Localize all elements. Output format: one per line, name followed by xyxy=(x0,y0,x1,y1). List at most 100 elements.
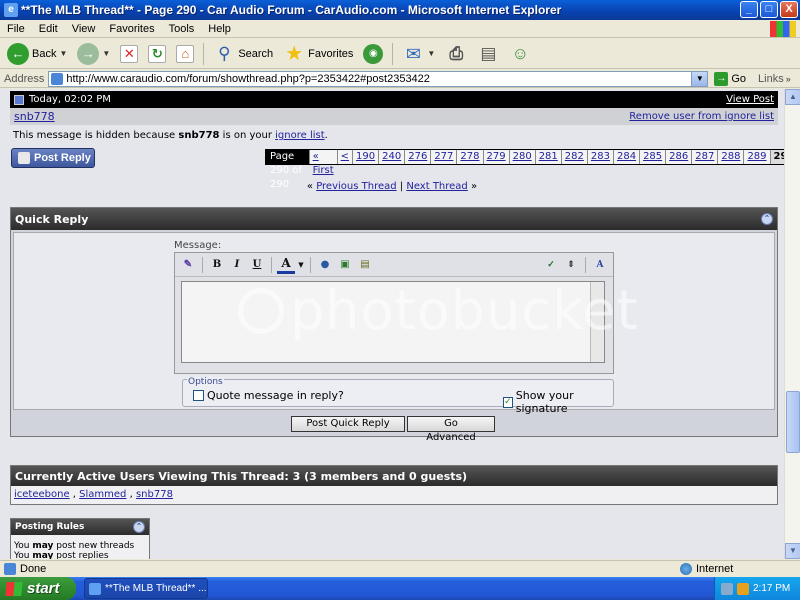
quick-reply-body: Message: ✎ B I U A ▼ ● ▣ ▤ ✓ ⇕ A Options… xyxy=(13,232,775,415)
menu-view[interactable]: View xyxy=(65,23,103,35)
insert-link-icon[interactable]: ● xyxy=(316,256,334,274)
forward-button[interactable]: → ▼ xyxy=(74,41,113,67)
vertical-scrollbar[interactable]: ▲ ▼ xyxy=(784,89,800,559)
page-link[interactable]: 286 xyxy=(665,150,692,164)
quote-icon[interactable]: ▤ xyxy=(356,256,374,274)
page-link[interactable]: 289 xyxy=(743,150,770,164)
edit-button[interactable]: ▤ xyxy=(474,41,502,67)
signature-option[interactable]: ✓ Show your signature xyxy=(503,389,613,415)
quote-checkbox[interactable] xyxy=(193,390,204,401)
pagination: Page 290 of 290 « First < 190 240 276 27… xyxy=(265,149,784,190)
page-link[interactable]: 285 xyxy=(639,150,666,164)
italic-button[interactable]: I xyxy=(228,256,246,274)
page-link[interactable]: 277 xyxy=(430,150,457,164)
post-icon xyxy=(14,94,24,105)
clock[interactable]: 2:17 PM xyxy=(753,583,790,594)
page-done-icon xyxy=(4,563,16,575)
quote-option[interactable]: Quote message in reply? xyxy=(193,389,344,402)
star-icon: ★ xyxy=(285,42,304,65)
spell-check-icon[interactable]: ✓ xyxy=(542,256,560,274)
links-label[interactable]: Links xyxy=(752,73,784,85)
page-link[interactable]: 279 xyxy=(482,150,509,164)
scroll-up-arrow-icon[interactable]: ▲ xyxy=(785,89,800,105)
favorites-button[interactable]: ★ Favorites xyxy=(280,41,356,67)
collapse-icon[interactable]: ⌃ xyxy=(133,521,145,533)
message-textarea[interactable] xyxy=(181,281,605,363)
go-button[interactable]: → Go xyxy=(708,71,752,86)
media-button[interactable]: ◉ xyxy=(360,41,386,67)
security-shield-icon[interactable] xyxy=(737,582,749,595)
view-post-link[interactable]: View Post xyxy=(726,94,774,105)
font-color-button[interactable]: A xyxy=(277,256,295,274)
close-button[interactable]: X xyxy=(780,1,798,18)
page-link[interactable]: 190 xyxy=(352,150,379,164)
textarea-scrollbar[interactable] xyxy=(590,282,604,362)
address-dropdown-icon[interactable]: ▼ xyxy=(691,71,708,86)
menu-help[interactable]: Help xyxy=(201,23,238,35)
signature-checkbox[interactable]: ✓ xyxy=(503,396,513,408)
page-link[interactable]: 287 xyxy=(691,150,718,164)
home-button[interactable]: ⌂ xyxy=(173,41,197,67)
page-first-link[interactable]: « First xyxy=(308,150,337,176)
refresh-button[interactable]: ↻ xyxy=(145,41,169,67)
active-user-link[interactable]: iceteebone xyxy=(14,489,70,500)
back-dropdown-icon[interactable]: ▼ xyxy=(59,49,67,58)
post-username-link[interactable]: snb778 xyxy=(14,110,55,123)
taskbar-ie-window[interactable]: **The MLB Thread** ... xyxy=(84,578,208,599)
resize-icon[interactable]: ⇕ xyxy=(562,256,580,274)
links-chevron-icon[interactable]: » xyxy=(784,74,791,84)
page-link[interactable]: 288 xyxy=(717,150,744,164)
address-label: Address xyxy=(4,72,45,85)
page-link[interactable]: 281 xyxy=(534,150,561,164)
switch-editor-icon[interactable]: A xyxy=(591,256,609,274)
taskbar: start **The MLB Thread** ... 2:17 PM xyxy=(0,577,800,600)
page-link[interactable]: 278 xyxy=(456,150,483,164)
toolbar-separator xyxy=(392,42,394,65)
active-user-link[interactable]: snb778 xyxy=(136,489,173,500)
font-color-dropdown-icon[interactable]: ▼ xyxy=(297,256,305,274)
start-button[interactable]: start xyxy=(0,577,76,600)
scroll-down-arrow-icon[interactable]: ▼ xyxy=(785,543,800,559)
post-reply-button[interactable]: Post Reply xyxy=(11,148,95,168)
page-link[interactable]: 284 xyxy=(612,150,640,164)
page-prev-link[interactable]: < xyxy=(336,150,353,164)
print-button[interactable]: ⎙ xyxy=(442,41,470,67)
bold-button[interactable]: B xyxy=(208,256,226,274)
go-advanced-button[interactable]: Go Advanced xyxy=(407,416,495,443)
maximize-button[interactable]: □ xyxy=(760,1,778,18)
menu-file[interactable]: File xyxy=(0,23,32,35)
active-user-link[interactable]: Slammed xyxy=(79,489,126,500)
address-url[interactable]: http://www.caraudio.com/forum/showthread… xyxy=(66,73,430,85)
collapse-icon[interactable]: ⌃ xyxy=(761,213,773,225)
ignore-list-link[interactable]: ignore list xyxy=(275,130,325,141)
menu-edit[interactable]: Edit xyxy=(32,23,65,35)
forward-dropdown-icon[interactable]: ▼ xyxy=(102,49,110,58)
network-icon[interactable] xyxy=(721,582,733,595)
page-link[interactable]: 283 xyxy=(586,150,613,164)
page-link[interactable]: 276 xyxy=(404,150,431,164)
scroll-thumb[interactable] xyxy=(786,391,800,453)
menu-tools[interactable]: Tools xyxy=(162,23,202,35)
stop-button[interactable]: ✕ xyxy=(117,41,141,67)
remove-ignore-link[interactable]: Remove user from ignore list xyxy=(629,111,774,122)
search-button[interactable]: ⚲ Search xyxy=(210,41,276,67)
back-button[interactable]: ← Back ▼ xyxy=(4,41,70,67)
font-style-icon[interactable]: ✎ xyxy=(179,256,197,274)
messenger-button[interactable]: ☺ xyxy=(506,41,534,67)
previous-thread-link[interactable]: Previous Thread xyxy=(316,181,396,192)
editor-separator xyxy=(585,256,586,273)
minimize-button[interactable]: _ xyxy=(740,1,758,18)
post-quick-reply-button[interactable]: Post Quick Reply xyxy=(291,416,405,432)
mail-dropdown-icon[interactable]: ▼ xyxy=(427,49,435,58)
page-link[interactable]: 280 xyxy=(508,150,535,164)
mail-button[interactable]: ✉ ▼ xyxy=(399,41,438,67)
active-users-panel: Currently Active Users Viewing This Thre… xyxy=(10,465,778,505)
search-icon: ⚲ xyxy=(218,43,231,63)
next-thread-link[interactable]: Next Thread xyxy=(406,181,467,192)
page-link[interactable]: 282 xyxy=(560,150,587,164)
page-link[interactable]: 240 xyxy=(378,150,405,164)
insert-image-icon[interactable]: ▣ xyxy=(336,256,354,274)
address-input[interactable]: http://www.caraudio.com/forum/showthread… xyxy=(48,70,709,87)
underline-button[interactable]: U xyxy=(248,256,266,274)
menu-favorites[interactable]: Favorites xyxy=(102,23,161,35)
